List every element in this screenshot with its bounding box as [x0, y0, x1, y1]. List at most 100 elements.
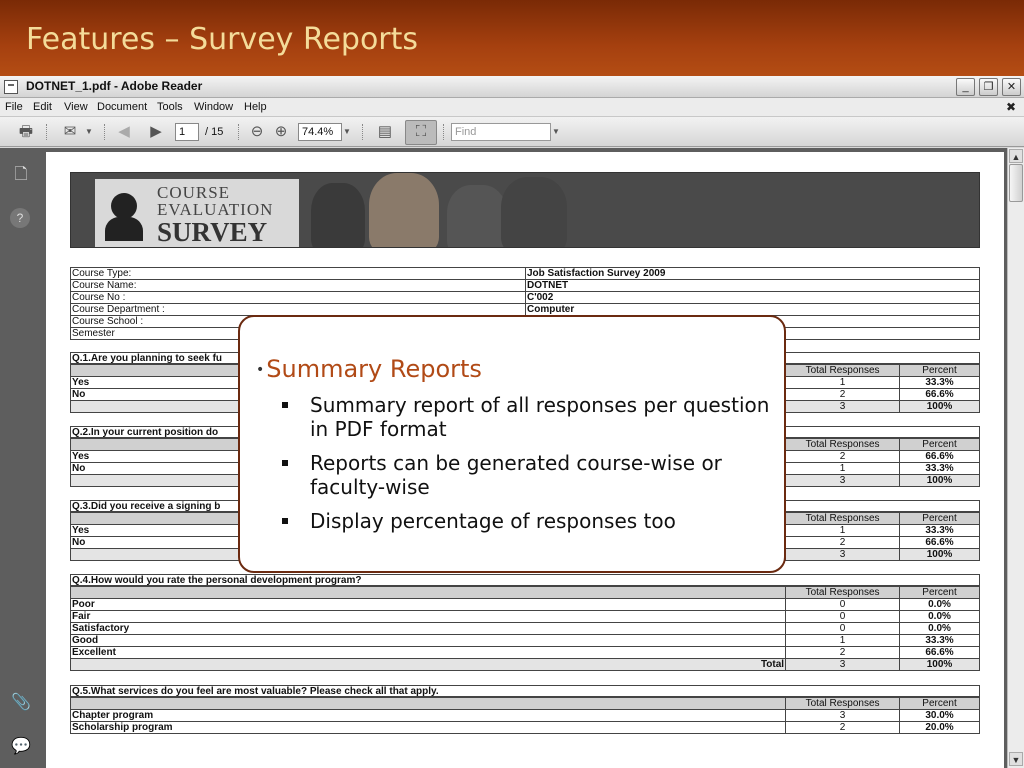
header-percent: Percent — [899, 438, 980, 451]
table-row: Fair 0 0.0% — [69, 610, 980, 623]
answer-label: Chapter program — [69, 709, 787, 722]
menu-help[interactable]: Help — [244, 101, 267, 113]
answer-label: Fair — [69, 610, 787, 623]
question-block: Q.5.What services do you feel are most v… — [69, 685, 980, 734]
response-percent: 33.3% — [899, 524, 980, 537]
toolbar-separator — [362, 124, 364, 140]
response-percent: 33.3% — [899, 462, 980, 475]
answer-label: Satisfactory — [69, 622, 787, 635]
response-percent: 0.0% — [899, 598, 980, 611]
header-percent: Percent — [899, 586, 980, 599]
total-count: 3 — [785, 474, 901, 487]
scroll-down-icon[interactable]: ▼ — [1009, 752, 1023, 766]
email-icon[interactable]: ✉ — [60, 123, 80, 141]
print-icon[interactable]: 🖶 — [16, 123, 36, 141]
response-count: 1 — [785, 634, 901, 647]
callout-bullet: Summary report of all responses per ques… — [282, 393, 770, 441]
survey-banner: COURSE EVALUATION SURVEY — [70, 172, 980, 248]
page-number-input[interactable]: 1 — [175, 123, 199, 141]
scrollbar-thumb[interactable] — [1009, 164, 1023, 202]
zoom-in-icon[interactable]: ⊕ — [271, 123, 291, 141]
logo-text: SURVEY — [157, 217, 268, 247]
menu-edit[interactable]: Edit — [33, 101, 52, 113]
find-input[interactable]: Find — [451, 123, 551, 141]
menu-window[interactable]: Window — [194, 101, 233, 113]
info-label: Course No : — [70, 291, 526, 304]
response-percent: 66.6% — [899, 450, 980, 463]
banner-photo — [369, 173, 439, 247]
next-page-icon[interactable]: ▶ — [146, 123, 166, 141]
response-count: 0 — [785, 598, 901, 611]
menu-view[interactable]: View — [64, 101, 88, 113]
person-icon — [105, 217, 143, 241]
total-label: Total — [69, 658, 787, 671]
scroll-up-icon[interactable]: ▲ — [1009, 149, 1023, 163]
minimize-button[interactable]: _ — [956, 78, 975, 96]
question-table: Total Responses Percent Chapter program 3 30… — [69, 697, 980, 734]
window-title: DOTNET_1.pdf - Adobe Reader — [26, 79, 203, 93]
menu-document[interactable]: Document — [97, 101, 147, 113]
question-block: Q.4.How would you rate the personal deve… — [69, 574, 980, 671]
attachments-icon[interactable]: 📎 — [10, 692, 32, 714]
navigation-pane: 🗋 ? 📎 💬 — [0, 148, 44, 768]
table-row: Poor 0 0.0% — [69, 598, 980, 611]
question-title: Q.4.How would you rate the personal deve… — [70, 574, 980, 586]
previous-page-icon[interactable]: ◀ — [114, 123, 134, 141]
pages-icon[interactable]: 🗋 — [10, 164, 32, 186]
answer-label: Scholarship program — [69, 721, 787, 734]
answer-label: Excellent — [69, 646, 787, 659]
banner-photo — [311, 183, 365, 247]
chevron-down-icon[interactable]: ▼ — [551, 123, 561, 141]
response-percent: 66.6% — [899, 536, 980, 549]
comments-icon[interactable]: 💬 — [10, 736, 32, 758]
response-percent: 33.3% — [899, 634, 980, 647]
menu-bar: File Edit View Document Tools Window Hel… — [0, 98, 1024, 117]
menu-tools[interactable]: Tools — [157, 101, 183, 113]
page-layout-icon[interactable]: ▤ — [375, 123, 395, 141]
question-table: Total Responses Percent Poor 0 0.0% Fair 0 0.0%… — [69, 586, 980, 671]
callout-bullet-text: Display percentage of responses too — [310, 509, 676, 533]
response-count: 2 — [785, 450, 901, 463]
table-header-row: Total Responses Percent — [69, 697, 980, 710]
toolbar-separator — [104, 124, 106, 140]
response-percent: 0.0% — [899, 610, 980, 623]
close-button[interactable]: ✕ — [1002, 78, 1021, 96]
info-label: Course Department : — [70, 303, 526, 316]
response-count: 1 — [785, 524, 901, 537]
header-percent: Percent — [899, 697, 980, 710]
slide-banner: Features – Survey Reports — [0, 0, 1024, 76]
response-count: 1 — [785, 376, 901, 389]
total-count: 3 — [785, 400, 901, 413]
table-row: Scholarship program 2 20.0% — [69, 721, 980, 734]
response-percent: 30.0% — [899, 709, 980, 722]
info-value: C'002 — [525, 291, 980, 304]
vertical-scrollbar[interactable]: ▲ ▼ — [1007, 148, 1024, 768]
header-total-responses: Total Responses — [785, 697, 901, 710]
chevron-down-icon[interactable]: ▼ — [84, 123, 94, 141]
total-count: 3 — [785, 658, 901, 671]
zoom-input[interactable]: 74.4% — [298, 123, 342, 141]
table-row: Chapter program 3 30.0% — [69, 709, 980, 722]
chevron-down-icon[interactable]: ▼ — [342, 123, 352, 141]
restore-button[interactable]: ❐ — [979, 78, 998, 96]
response-count: 2 — [785, 388, 901, 401]
header-percent: Percent — [899, 364, 980, 377]
person-icon — [111, 193, 137, 219]
toolbar: 🖶 ✉ ▼ ◀ ▶ 1 / 15 ⊖ ⊕ 74.4% ▼ ▤ ⛶ Find ▼ — [0, 117, 1024, 147]
zoom-out-icon[interactable]: ⊖ — [247, 123, 267, 141]
help-icon[interactable]: ? — [10, 208, 30, 228]
header-percent: Percent — [899, 512, 980, 525]
response-count: 2 — [785, 646, 901, 659]
response-count: 0 — [785, 622, 901, 635]
toolbar-separator — [443, 124, 445, 140]
answer-label: Good — [69, 634, 787, 647]
fit-window-icon[interactable]: ⛶ — [411, 123, 431, 141]
response-count: 2 — [785, 536, 901, 549]
response-percent: 33.3% — [899, 376, 980, 389]
close-document-icon[interactable]: ✖ — [1006, 100, 1016, 114]
response-percent: 20.0% — [899, 721, 980, 734]
menu-file[interactable]: File — [5, 101, 23, 113]
info-label: Course Type: — [70, 267, 526, 280]
bullet-icon: • — [256, 362, 265, 378]
total-percent: 100% — [899, 474, 980, 487]
